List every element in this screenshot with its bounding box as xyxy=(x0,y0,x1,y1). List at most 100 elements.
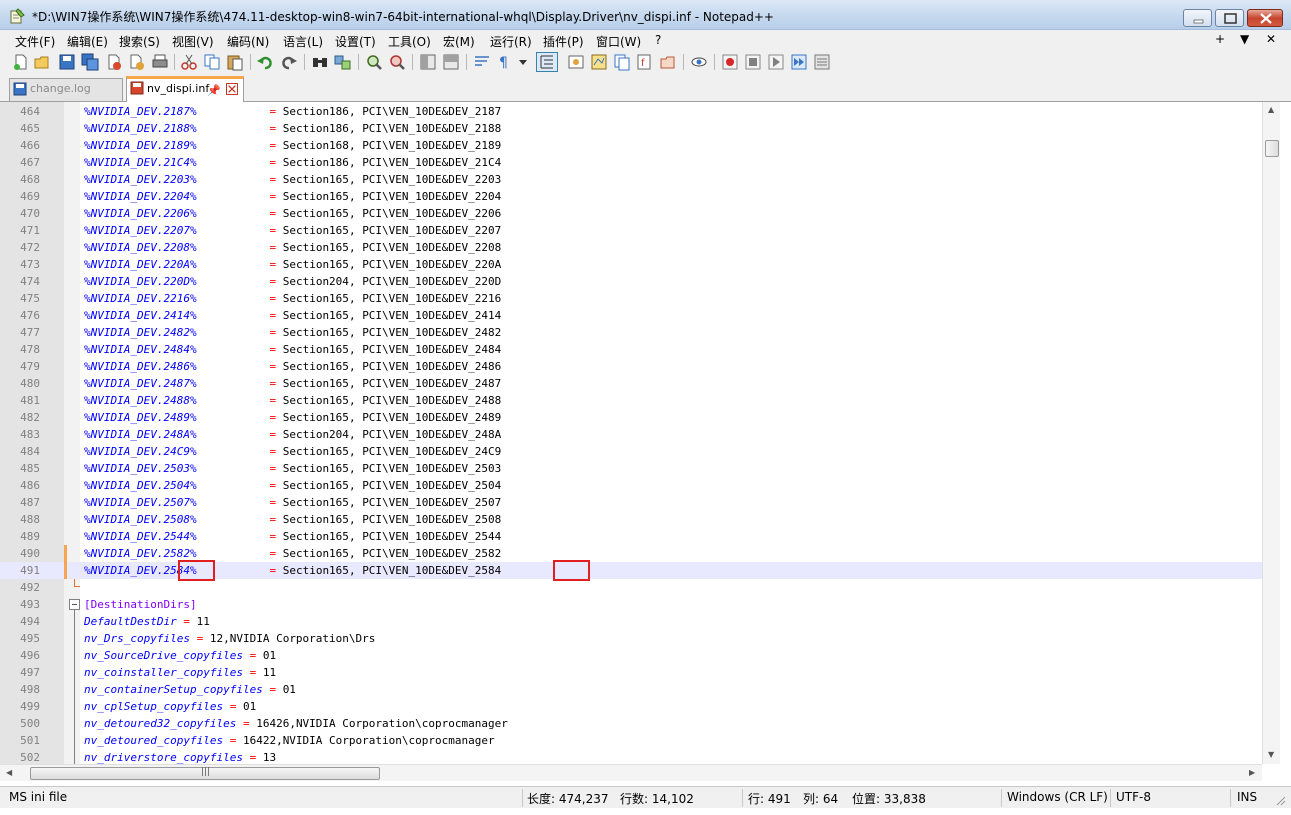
code-line[interactable]: 466 %NVIDIA_DEV.2189% = Section168, PCI\V… xyxy=(0,137,1262,154)
close-window-button[interactable] xyxy=(1247,9,1283,27)
menu-plugins[interactable]: 插件(P) xyxy=(543,33,584,50)
vertical-scrollbar[interactable]: ▲ ▼ xyxy=(1262,102,1280,764)
code-line[interactable]: 497 nv_coinstaller_copyfiles = 11 xyxy=(0,664,1262,681)
code-line[interactable]: 488 %NVIDIA_DEV.2508% = Section165, PCI\V… xyxy=(0,511,1262,528)
zoom-out-icon[interactable] xyxy=(388,53,406,71)
sync-vertical-icon[interactable] xyxy=(419,53,437,71)
close-tab-icon[interactable] xyxy=(226,83,238,95)
code-line[interactable]: 471 %NVIDIA_DEV.2207% = Section165, PCI\V… xyxy=(0,222,1262,239)
indent-guide-icon[interactable] xyxy=(536,52,558,72)
code-line[interactable]: 468 %NVIDIA_DEV.2203% = Section165, PCI\V… xyxy=(0,171,1262,188)
menu-help[interactable]: ? xyxy=(655,33,661,47)
code-line[interactable]: 502 nv_driverstore_copyfiles = 13 xyxy=(0,749,1262,764)
code-line[interactable]: 477 %NVIDIA_DEV.2482% = Section165, PCI\V… xyxy=(0,324,1262,341)
code-line[interactable]: 494 DefaultDestDir = 11 xyxy=(0,613,1262,630)
close-file-icon[interactable] xyxy=(105,53,123,71)
code-line[interactable]: 487 %NVIDIA_DEV.2507% = Section165, PCI\V… xyxy=(0,494,1262,511)
menu-encoding[interactable]: 编码(N) xyxy=(227,33,269,50)
menu-run[interactable]: 运行(R) xyxy=(490,33,532,50)
code-line[interactable]: 470 %NVIDIA_DEV.2206% = Section165, PCI\V… xyxy=(0,205,1262,222)
function-list-icon[interactable]: f xyxy=(636,53,654,71)
scroll-right-icon[interactable]: ▶ xyxy=(1249,768,1255,777)
menu-settings[interactable]: 设置(T) xyxy=(335,33,376,50)
menu-search[interactable]: 搜索(S) xyxy=(119,33,160,50)
code-line[interactable]: 489 %NVIDIA_DEV.2544% = Section165, PCI\V… xyxy=(0,528,1262,545)
open-file-icon[interactable] xyxy=(33,53,51,71)
new-file-icon[interactable] xyxy=(12,53,30,71)
scroll-up-icon[interactable]: ▲ xyxy=(1268,105,1274,114)
menu-macro[interactable]: 宏(M) xyxy=(443,33,475,50)
chevron-down-icon[interactable]: ▼ xyxy=(1240,32,1249,46)
play-macro-icon[interactable] xyxy=(767,53,785,71)
tab-nv-dispi-inf[interactable]: nv_dispi.inf 📌 xyxy=(126,76,244,102)
scroll-left-icon[interactable]: ◀ xyxy=(6,768,12,777)
code-line[interactable]: 492 xyxy=(0,579,1262,596)
code-line[interactable]: 475 %NVIDIA_DEV.2216% = Section165, PCI\V… xyxy=(0,290,1262,307)
vertical-scroll-thumb[interactable] xyxy=(1265,140,1279,157)
code-line[interactable]: 465 %NVIDIA_DEV.2188% = Section186, PCI\V… xyxy=(0,120,1262,137)
code-line[interactable]: 501 nv_detoured_copyfiles = 16422,NVIDIA … xyxy=(0,732,1262,749)
record-macro-icon[interactable] xyxy=(721,53,739,71)
zoom-in-icon[interactable] xyxy=(365,53,383,71)
code-line[interactable]: 498 nv_containerSetup_copyfiles = 01 xyxy=(0,681,1262,698)
monitoring-eye-icon[interactable] xyxy=(690,53,708,71)
editor-area[interactable]: 464 %NVIDIA_DEV.2187% = Section186, PCI\V… xyxy=(0,102,1262,764)
code-line[interactable]: 495 nv_Drs_copyfiles = 12,NVIDIA Corporat… xyxy=(0,630,1262,647)
code-line[interactable]: 478 %NVIDIA_DEV.2484% = Section165, PCI\V… xyxy=(0,341,1262,358)
code-line[interactable]: 473 %NVIDIA_DEV.220A% = Section165, PCI\V… xyxy=(0,256,1262,273)
replace-icon[interactable] xyxy=(334,53,352,71)
code-line[interactable]: 469 %NVIDIA_DEV.2204% = Section165, PCI\V… xyxy=(0,188,1262,205)
code-line[interactable]: 485 %NVIDIA_DEV.2503% = Section165, PCI\V… xyxy=(0,460,1262,477)
menu-window[interactable]: 窗口(W) xyxy=(596,33,641,50)
tab-change-log[interactable]: change.log xyxy=(9,78,123,101)
new-tab-icon[interactable]: + xyxy=(1215,32,1225,46)
word-wrap-icon[interactable] xyxy=(473,53,491,71)
run-macro-multiple-icon[interactable] xyxy=(790,53,808,71)
menu-view[interactable]: 视图(V) xyxy=(172,33,214,50)
redo-icon[interactable] xyxy=(280,53,298,71)
menu-language[interactable]: 语言(L) xyxy=(283,33,323,50)
status-eol[interactable]: Windows (CR LF) xyxy=(1007,790,1108,804)
scroll-down-icon[interactable]: ▼ xyxy=(1268,750,1274,759)
code-line[interactable]: 483 %NVIDIA_DEV.248A% = Section204, PCI\V… xyxy=(0,426,1262,443)
code-line[interactable]: 481 %NVIDIA_DEV.2488% = Section165, PCI\V… xyxy=(0,392,1262,409)
paste-icon[interactable] xyxy=(226,53,244,71)
code-line[interactable]: 482 %NVIDIA_DEV.2489% = Section165, PCI\V… xyxy=(0,409,1262,426)
resize-grip-icon[interactable] xyxy=(1273,793,1287,807)
close-all-icon[interactable] xyxy=(128,53,146,71)
code-line[interactable]: 464 %NVIDIA_DEV.2187% = Section186, PCI\V… xyxy=(0,103,1262,120)
code-line[interactable]: 474 %NVIDIA_DEV.220D% = Section204, PCI\V… xyxy=(0,273,1262,290)
horizontal-scroll-thumb[interactable]: ||| xyxy=(30,767,380,780)
horizontal-scrollbar[interactable]: ◀ ||| ▶ xyxy=(0,764,1262,781)
sync-horizontal-icon[interactable] xyxy=(442,53,460,71)
show-all-chars-icon[interactable]: ¶ xyxy=(496,53,514,71)
save-all-icon[interactable] xyxy=(81,53,99,71)
stop-macro-icon[interactable] xyxy=(744,53,762,71)
code-line[interactable]: 493 [DestinationDirs] xyxy=(0,596,1262,613)
code-line[interactable]: 486 %NVIDIA_DEV.2504% = Section165, PCI\V… xyxy=(0,477,1262,494)
print-icon[interactable] xyxy=(151,53,169,71)
code-line[interactable]: 472 %NVIDIA_DEV.2208% = Section165, PCI\V… xyxy=(0,239,1262,256)
close-doc-icon[interactable]: ✕ xyxy=(1266,32,1276,46)
doc-map-icon[interactable] xyxy=(590,53,608,71)
status-insert-mode[interactable]: INS xyxy=(1237,790,1257,804)
user-lang-icon[interactable] xyxy=(567,53,585,71)
code-line[interactable]: 499 nv_cplSetup_copyfiles = 01 xyxy=(0,698,1262,715)
copy-icon[interactable] xyxy=(203,53,221,71)
maximize-button[interactable] xyxy=(1215,9,1244,27)
code-line[interactable]: 479 %NVIDIA_DEV.2486% = Section165, PCI\V… xyxy=(0,358,1262,375)
minimize-button[interactable] xyxy=(1183,9,1212,27)
status-encoding[interactable]: UTF-8 xyxy=(1116,790,1151,804)
code-line[interactable]: 496 nv_SourceDrive_copyfiles = 01 xyxy=(0,647,1262,664)
menu-tools[interactable]: 工具(O) xyxy=(388,33,431,50)
doc-list-icon[interactable] xyxy=(613,53,631,71)
cut-icon[interactable] xyxy=(180,53,198,71)
save-macro-icon[interactable] xyxy=(813,53,831,71)
menu-edit[interactable]: 编辑(E) xyxy=(67,33,108,50)
chevron-down-icon[interactable] xyxy=(517,53,529,71)
code-line[interactable]: 500 nv_detoured32_copyfiles = 16426,NVIDI… xyxy=(0,715,1262,732)
fold-toggle-icon[interactable] xyxy=(69,599,80,610)
undo-icon[interactable] xyxy=(256,53,274,71)
pin-icon[interactable]: 📌 xyxy=(207,81,221,101)
code-line[interactable]: 467 %NVIDIA_DEV.21C4% = Section186, PCI\V… xyxy=(0,154,1262,171)
